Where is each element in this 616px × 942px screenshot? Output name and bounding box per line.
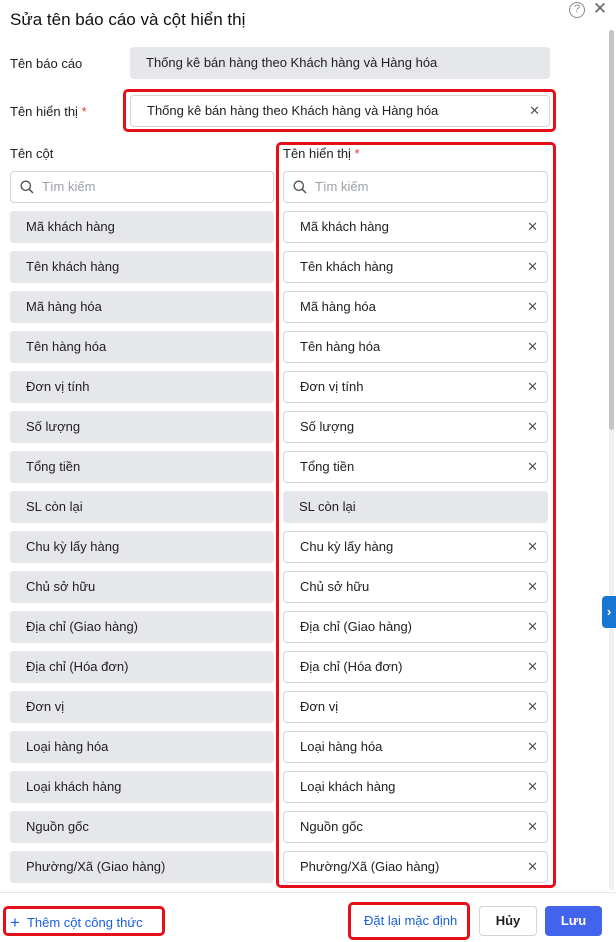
- report-name-label: Tên báo cáo: [10, 56, 83, 71]
- column-name-cell: Loại hàng hóa: [10, 731, 274, 763]
- column-name-cell: Đơn vị tính: [10, 371, 274, 403]
- highlight-display-name: [123, 89, 556, 132]
- help-icon[interactable]: ?: [569, 2, 585, 18]
- column-name-cell: Địa chỉ (Giao hàng): [10, 611, 274, 643]
- display-name-label-text: Tên hiển thị: [10, 104, 78, 119]
- highlight-add-formula: [3, 906, 165, 936]
- close-icon[interactable]: ✕: [592, 0, 608, 18]
- column-name-cell: Loại khách hàng: [10, 771, 274, 803]
- save-button[interactable]: Lưu: [545, 906, 602, 936]
- column-name-cell: Chu kỳ lấy hàng: [10, 531, 274, 563]
- column-name-cell: SL còn lại: [10, 491, 274, 523]
- column-name-cell: Đơn vị: [10, 691, 274, 723]
- chevron-right-icon[interactable]: ›: [602, 596, 616, 628]
- column-name-cell: Địa chỉ (Hóa đơn): [10, 651, 274, 683]
- report-name-field: Thống kê bán hàng theo Khách hàng và Hàn…: [130, 47, 550, 79]
- scrollbar-thumb[interactable]: [609, 30, 614, 430]
- display-name-label: Tên hiển thị *: [10, 104, 87, 119]
- dialog-title: Sửa tên báo cáo và cột hiển thị: [10, 10, 246, 29]
- footer-divider: [0, 892, 616, 893]
- column-name-cell: Tên hàng hóa: [10, 331, 274, 363]
- column-name-cell: Số lượng: [10, 411, 274, 443]
- highlight-display-column: [276, 142, 556, 888]
- column-name-cell: Chủ sở hữu: [10, 571, 274, 603]
- highlight-reset: [348, 902, 470, 940]
- search-icon: [20, 180, 34, 194]
- required-mark: *: [81, 104, 87, 119]
- cancel-button[interactable]: Hủy: [479, 906, 537, 936]
- column-name-cell: Mã hàng hóa: [10, 291, 274, 323]
- column-name-cell: Phường/Xã (Giao hàng): [10, 851, 274, 883]
- column-name-cell: Tổng tiền: [10, 451, 274, 483]
- column-name-cell: Mã khách hàng: [10, 211, 274, 243]
- column-search-input[interactable]: Tìm kiếm: [10, 171, 274, 203]
- column-name-cell: Tên khách hàng: [10, 251, 274, 283]
- column-name-header: Tên cột: [10, 146, 54, 161]
- search-placeholder: Tìm kiếm: [42, 179, 96, 194]
- column-name-cell: Nguồn gốc: [10, 811, 274, 843]
